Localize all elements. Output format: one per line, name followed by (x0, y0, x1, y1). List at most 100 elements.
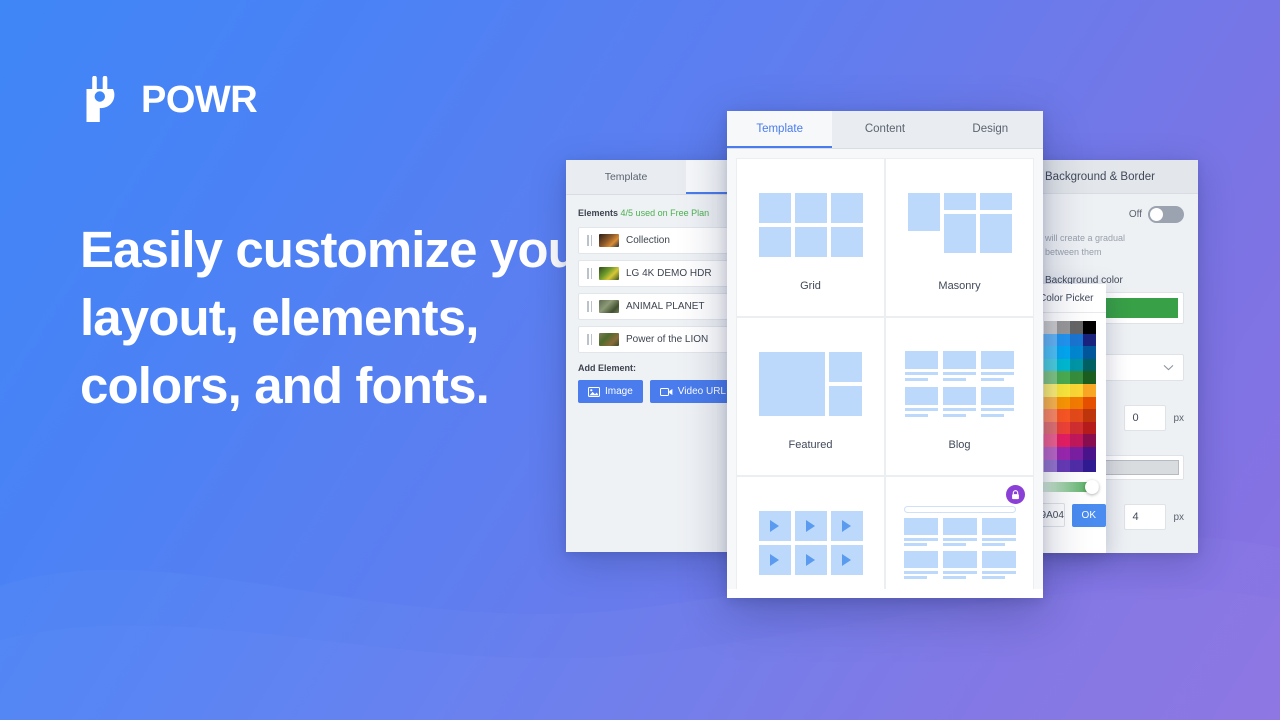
list-item-label: LG 4K DEMO HDR (626, 268, 712, 279)
color-swatch[interactable] (1070, 371, 1083, 384)
template-card-grid[interactable]: Grid (736, 158, 885, 317)
chevron-down-icon (1163, 364, 1174, 371)
color-swatch[interactable] (1070, 346, 1083, 359)
tab-content[interactable]: Content (832, 111, 937, 148)
color-swatch[interactable] (1044, 358, 1057, 372)
color-swatch[interactable] (1057, 333, 1070, 347)
elements-label: Elements (578, 208, 619, 218)
color-swatch[interactable] (1057, 358, 1070, 372)
color-swatch[interactable] (1083, 421, 1096, 435)
color-swatch[interactable] (1044, 434, 1057, 447)
color-swatch[interactable] (1044, 396, 1057, 410)
drag-handle-icon[interactable] (587, 268, 592, 279)
drag-handle-icon[interactable] (587, 301, 592, 312)
color-swatch[interactable] (1044, 383, 1057, 397)
border-radius-input[interactable]: 0 (1124, 405, 1167, 431)
add-image-button[interactable]: Image (578, 380, 643, 403)
border-width-input[interactable]: 4 (1124, 504, 1167, 530)
gradient-toggle-switch[interactable] (1148, 206, 1184, 223)
drag-handle-icon[interactable] (587, 334, 592, 345)
page-title: Easily customize your layout, elements, … (80, 221, 598, 415)
color-swatch[interactable] (1044, 459, 1057, 473)
color-swatch[interactable] (1083, 371, 1096, 384)
template-card-searchable[interactable]: Searchable (885, 476, 1034, 589)
gradient-toggle-row: Off (1045, 206, 1184, 223)
add-video-url-label: Video URL (677, 386, 726, 397)
color-swatch[interactable] (1070, 358, 1083, 372)
color-swatch[interactable] (1070, 321, 1083, 334)
photo-thumbnail-icon (599, 234, 619, 247)
lock-icon (1006, 485, 1025, 504)
color-swatch[interactable] (1070, 396, 1083, 410)
color-swatch[interactable] (1057, 383, 1070, 397)
color-swatch[interactable] (1083, 446, 1096, 460)
photo-thumbnail-icon (599, 267, 619, 280)
add-image-label: Image (605, 386, 633, 397)
color-swatch[interactable] (1057, 409, 1070, 422)
color-swatch[interactable] (1057, 434, 1070, 447)
tab-template[interactable]: Template (727, 111, 833, 148)
powr-plug-icon (86, 76, 115, 122)
list-item-label: ANIMAL PLANET (626, 301, 705, 312)
color-swatch[interactable] (1044, 409, 1057, 422)
brand-name: POWR (141, 78, 258, 121)
color-swatch[interactable] (1083, 409, 1096, 422)
brand-logo: POWR (80, 76, 258, 124)
color-swatch[interactable] (1070, 446, 1083, 460)
color-swatch[interactable] (1083, 459, 1096, 473)
color-swatch[interactable] (1057, 396, 1070, 410)
color-swatch[interactable] (1070, 409, 1083, 422)
color-swatch[interactable] (1044, 421, 1057, 435)
template-card-label: Masonry (938, 279, 981, 292)
list-item-label: Collection (626, 235, 670, 246)
design-panel-title: Background & Border (1031, 160, 1198, 194)
template-card-featured[interactable]: Featured (736, 317, 885, 476)
color-swatch[interactable] (1070, 459, 1083, 473)
template-card-video[interactable]: Video (736, 476, 885, 589)
border-width-unit: px (1173, 511, 1184, 523)
plan-usage-badge: 4/5 used on Free Plan (620, 208, 710, 218)
color-swatch[interactable] (1083, 358, 1096, 372)
tab-template[interactable]: Template (566, 160, 686, 194)
color-swatch[interactable] (1083, 434, 1096, 447)
color-swatch[interactable] (1044, 333, 1057, 347)
color-swatch[interactable] (1083, 321, 1096, 334)
color-swatch[interactable] (1057, 346, 1070, 359)
image-icon (588, 386, 600, 397)
drag-handle-icon[interactable] (587, 235, 592, 246)
template-panel-tabs: Template Content Design (727, 111, 1043, 149)
template-card-label: Featured (788, 438, 833, 451)
color-swatch[interactable] (1070, 421, 1083, 435)
template-card-blog[interactable]: Blog (885, 317, 1034, 476)
masonry-layout-icon (899, 184, 1021, 266)
color-swatch[interactable] (1044, 346, 1057, 359)
list-item-label: Power of the LION (626, 334, 709, 345)
color-swatch[interactable] (1070, 434, 1083, 447)
color-swatch[interactable] (1083, 346, 1096, 359)
color-swatch[interactable] (1044, 321, 1057, 334)
template-card-masonry[interactable]: Masonry (885, 158, 1034, 317)
grid-layout-icon (750, 184, 872, 266)
color-swatch[interactable] (1044, 371, 1057, 384)
color-swatch[interactable] (1057, 446, 1070, 460)
color-swatch[interactable] (1057, 421, 1070, 435)
color-picker-ok-button[interactable]: OK (1071, 503, 1106, 527)
add-video-url-button[interactable]: Video URL (649, 380, 736, 403)
template-list[interactable]: Grid Masonry Featured Blog (727, 149, 1043, 589)
gradient-toggle-label: Off (1128, 209, 1142, 220)
color-swatch[interactable] (1057, 321, 1070, 334)
color-swatch[interactable] (1070, 333, 1083, 347)
border-radius-unit: px (1173, 412, 1184, 424)
color-swatch[interactable] (1044, 446, 1057, 460)
color-swatch[interactable] (1057, 371, 1070, 384)
tab-design[interactable]: Design (938, 111, 1043, 148)
color-swatch[interactable] (1070, 383, 1083, 397)
blog-layout-icon (899, 343, 1021, 425)
color-swatch[interactable] (1083, 333, 1096, 347)
video-camera-icon (659, 387, 673, 396)
color-swatch[interactable] (1083, 383, 1096, 397)
color-swatch[interactable] (1057, 459, 1070, 473)
color-swatch[interactable] (1083, 396, 1096, 410)
gradient-note: will create a gradual between them (1045, 233, 1126, 257)
photo-thumbnail-icon (599, 300, 619, 313)
